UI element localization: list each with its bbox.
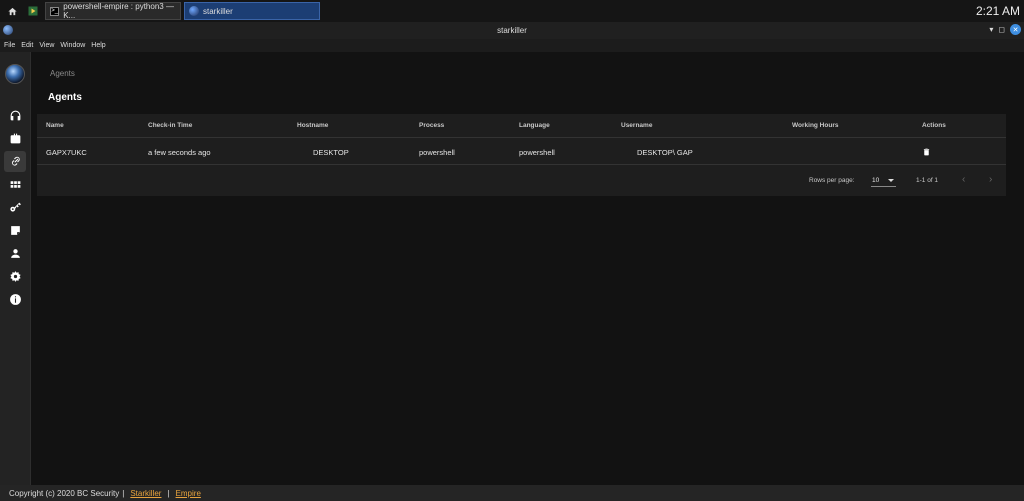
main-content: Agents Agents Name Check-in Time Hostnam…	[31, 52, 1024, 485]
sidebar-item-reporting[interactable]	[4, 220, 26, 241]
menu-file[interactable]: File	[4, 42, 15, 49]
cell-checkin: a few seconds ago	[148, 148, 211, 157]
taskbar-task-starkiller[interactable]: starkiller	[184, 2, 320, 20]
note-icon	[10, 226, 20, 235]
cell-language: powershell	[519, 148, 555, 157]
sidebar-item-settings[interactable]	[4, 266, 26, 287]
chevron-left-icon[interactable]: ‹	[962, 174, 965, 185]
sidebar-item-listeners[interactable]	[4, 105, 26, 126]
column-header-username[interactable]: Username	[621, 122, 652, 129]
starkiller-icon	[189, 6, 199, 16]
apps-icon	[10, 181, 20, 188]
breadcrumb[interactable]: Agents	[50, 69, 75, 78]
sidebar-item-about[interactable]	[4, 289, 26, 310]
column-header-hostname[interactable]: Hostname	[297, 122, 328, 129]
app-footer: Copyright (c) 2020 BC Security | Starkil…	[0, 485, 1024, 501]
starkiller-logo[interactable]	[5, 64, 25, 84]
rows-per-page-label: Rows per page:	[809, 177, 855, 184]
chevron-right-icon[interactable]: ›	[989, 174, 992, 185]
user-icon	[10, 249, 20, 258]
taskbar: >_ powershell-empire : python3 — K... st…	[0, 0, 1024, 22]
page-title: Agents	[48, 92, 82, 103]
cell-process: powershell	[419, 148, 455, 157]
task-label: powershell-empire : python3 — K...	[63, 2, 174, 20]
window-controls: ▾ ◻ ✕	[989, 24, 1021, 35]
headphones-icon	[10, 110, 20, 121]
column-header-name[interactable]: Name	[46, 122, 64, 129]
column-header-working-hours[interactable]: Working Hours	[792, 122, 838, 129]
column-header-actions: Actions	[922, 122, 946, 129]
briefcase-icon	[10, 133, 20, 144]
cell-username: DESKTOP\ GAP	[637, 148, 693, 157]
home-icon[interactable]	[3, 2, 21, 20]
column-header-checkin[interactable]: Check-in Time	[148, 122, 192, 129]
menu-view[interactable]: View	[39, 42, 54, 49]
caret-down-icon	[888, 179, 894, 182]
window-titlebar[interactable]: starkiller ▾ ◻ ✕	[0, 22, 1024, 39]
sidebar-item-agents[interactable]	[4, 151, 26, 172]
info-icon	[9, 294, 21, 305]
menu-edit[interactable]: Edit	[21, 42, 33, 49]
key-icon	[9, 202, 21, 212]
menubar: File Edit View Window Help	[0, 39, 1024, 52]
taskbar-task-terminal[interactable]: >_ powershell-empire : python3 — K...	[45, 2, 181, 20]
maximize-icon[interactable]: ◻	[998, 25, 1005, 34]
rows-per-page-value: 10	[872, 177, 880, 184]
empire-link[interactable]: Empire	[176, 489, 201, 498]
rows-per-page-select[interactable]: 10	[871, 173, 896, 187]
close-icon[interactable]: ✕	[1010, 24, 1021, 35]
menu-window[interactable]: Window	[60, 42, 85, 49]
sidebar-item-modules[interactable]	[4, 174, 26, 195]
sidebar-item-users[interactable]	[4, 243, 26, 264]
table-pagination: Rows per page: 10 1-1 of 1 ‹ ›	[37, 166, 1006, 196]
sidebar-item-credentials[interactable]	[4, 197, 26, 218]
gear-icon	[9, 271, 21, 282]
starkiller-link[interactable]: Starkiller	[130, 489, 161, 498]
sidebar-item-stagers[interactable]	[4, 128, 26, 149]
window-title: starkiller	[497, 26, 527, 35]
pagination-range: 1-1 of 1	[916, 177, 939, 184]
column-header-process[interactable]: Process	[419, 122, 444, 129]
footer-separator: |	[122, 488, 125, 498]
agents-table: Name Check-in Time Hostname Process Lang…	[37, 114, 1006, 196]
footer-separator: |	[167, 488, 170, 498]
link-icon	[11, 156, 20, 166]
task-label: starkiller	[203, 6, 233, 16]
copyright-text: Copyright (c) 2020 BC Security	[9, 488, 120, 498]
sidebar	[0, 52, 31, 485]
table-row[interactable]: GAPX7UKC a few seconds ago DESKTOP power…	[37, 139, 1006, 165]
terminal-icon: >_	[50, 6, 60, 16]
minimize-icon[interactable]: ▾	[989, 25, 993, 34]
clock[interactable]: 2:21 AM	[976, 4, 1020, 18]
app-logo-icon[interactable]	[3, 25, 13, 35]
cell-hostname: DESKTOP	[313, 148, 349, 157]
menu-help[interactable]: Help	[91, 42, 105, 49]
delete-icon[interactable]	[922, 147, 931, 157]
store-icon[interactable]	[24, 2, 42, 20]
table-header: Name Check-in Time Hostname Process Lang…	[37, 114, 1006, 138]
cell-name[interactable]: GAPX7UKC	[46, 148, 87, 157]
column-header-language[interactable]: Language	[519, 122, 550, 129]
